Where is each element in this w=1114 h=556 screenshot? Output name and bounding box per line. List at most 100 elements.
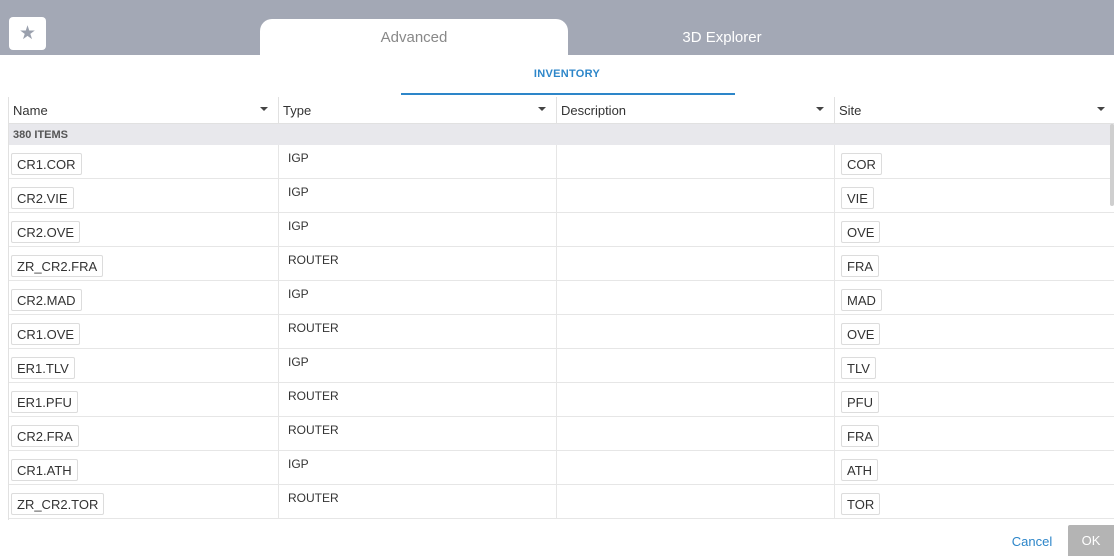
- cell-description: [557, 179, 835, 213]
- table-row[interactable]: ER1.PFU ROUTER PFU: [9, 383, 1114, 417]
- table-row[interactable]: ER1.TLV IGP TLV: [9, 349, 1114, 383]
- cell-name: CR2.FRA: [9, 417, 279, 451]
- name-tag[interactable]: CR1.COR: [11, 153, 82, 175]
- name-tag[interactable]: ER1.TLV: [11, 357, 75, 379]
- site-tag[interactable]: TOR: [841, 493, 881, 515]
- cell-site: COR: [835, 145, 1114, 179]
- item-count: 380 ITEMS: [9, 124, 1114, 145]
- cell-type: IGP: [279, 451, 557, 485]
- cell-description: [557, 145, 835, 179]
- section-title[interactable]: INVENTORY: [0, 68, 1114, 80]
- cell-name: CR2.OVE: [9, 213, 279, 247]
- cell-type: IGP: [279, 349, 557, 383]
- cancel-button[interactable]: Cancel: [1004, 527, 1060, 556]
- cell-type: IGP: [279, 213, 557, 247]
- cell-site: TOR: [835, 485, 1114, 519]
- type-text: ROUTER: [288, 423, 339, 437]
- cell-name: CR2.VIE: [9, 179, 279, 213]
- inventory-table: Name Type Description Site 380 ITEMS CR1…: [8, 97, 1114, 520]
- caret-down-icon[interactable]: [260, 107, 268, 111]
- cell-site: FRA: [835, 247, 1114, 281]
- name-tag[interactable]: ZR_CR2.FRA: [11, 255, 104, 277]
- column-header-site[interactable]: Site: [835, 97, 1114, 124]
- tab-bar: ★ Advanced 3D Explorer: [0, 0, 1114, 55]
- cell-description: [557, 315, 835, 349]
- cell-site: VIE: [835, 179, 1114, 213]
- site-tag[interactable]: TLV: [841, 357, 876, 379]
- cell-site: OVE: [835, 315, 1114, 349]
- site-tag[interactable]: PFU: [841, 391, 879, 413]
- type-text: IGP: [288, 457, 309, 471]
- tab-label: Advanced: [380, 28, 448, 46]
- name-tag[interactable]: CR2.OVE: [11, 221, 81, 243]
- column-header-description[interactable]: Description: [557, 97, 835, 124]
- name-tag[interactable]: ZR_CR2.TOR: [11, 493, 105, 515]
- cell-name: CR2.MAD: [9, 281, 279, 315]
- column-label: Site: [839, 102, 862, 118]
- site-tag[interactable]: MAD: [841, 289, 882, 311]
- tab-label: 3D Explorer: [682, 28, 762, 46]
- type-text: ROUTER: [288, 321, 339, 335]
- cell-site: MAD: [835, 281, 1114, 315]
- table-row[interactable]: CR1.ATH IGP ATH: [9, 451, 1114, 485]
- cell-description: [557, 485, 835, 519]
- type-text: ROUTER: [288, 389, 339, 403]
- cell-type: ROUTER: [279, 417, 557, 451]
- type-text: ROUTER: [288, 253, 339, 267]
- table-row[interactable]: CR1.COR IGP COR: [9, 145, 1114, 179]
- type-text: IGP: [288, 185, 309, 199]
- name-tag[interactable]: CR1.ATH: [11, 459, 78, 481]
- type-text: IGP: [288, 219, 309, 233]
- name-tag[interactable]: CR2.VIE: [11, 187, 74, 209]
- cell-site: ATH: [835, 451, 1114, 485]
- table-row[interactable]: CR2.FRA ROUTER FRA: [9, 417, 1114, 451]
- site-tag[interactable]: FRA: [841, 255, 879, 277]
- type-text: ROUTER: [288, 491, 339, 505]
- name-tag[interactable]: ER1.PFU: [11, 391, 78, 413]
- cell-name: ZR_CR2.FRA: [9, 247, 279, 281]
- section-header: INVENTORY: [0, 55, 1114, 97]
- column-header-name[interactable]: Name: [9, 97, 279, 124]
- cell-description: [557, 281, 835, 315]
- column-label: Type: [283, 102, 312, 118]
- site-tag[interactable]: COR: [841, 153, 882, 175]
- section-underline: [401, 93, 735, 95]
- scrollbar[interactable]: [1110, 124, 1114, 206]
- column-label: Name: [13, 102, 48, 118]
- caret-down-icon[interactable]: [1097, 107, 1105, 111]
- cell-name: ZR_CR2.TOR: [9, 485, 279, 519]
- cell-site: TLV: [835, 349, 1114, 383]
- caret-down-icon[interactable]: [816, 107, 824, 111]
- cell-description: [557, 247, 835, 281]
- ok-button[interactable]: OK: [1068, 525, 1114, 556]
- cell-type: IGP: [279, 179, 557, 213]
- cell-type: ROUTER: [279, 315, 557, 349]
- name-tag[interactable]: CR2.FRA: [11, 425, 79, 447]
- column-header-type[interactable]: Type: [279, 97, 557, 124]
- cell-type: ROUTER: [279, 485, 557, 519]
- table-row[interactable]: CR2.OVE IGP OVE: [9, 213, 1114, 247]
- cell-description: [557, 349, 835, 383]
- tab-3d-explorer[interactable]: 3D Explorer: [568, 19, 876, 55]
- cell-name: CR1.ATH: [9, 451, 279, 485]
- favorite-button[interactable]: ★: [9, 17, 46, 50]
- site-tag[interactable]: OVE: [841, 323, 881, 345]
- site-tag[interactable]: VIE: [841, 187, 874, 209]
- site-tag[interactable]: FRA: [841, 425, 879, 447]
- tab-advanced[interactable]: Advanced: [260, 19, 568, 55]
- cell-site: PFU: [835, 383, 1114, 417]
- table-row[interactable]: CR2.VIE IGP VIE: [9, 179, 1114, 213]
- type-text: IGP: [288, 355, 309, 369]
- caret-down-icon[interactable]: [538, 107, 546, 111]
- table-row[interactable]: CR2.MAD IGP MAD: [9, 281, 1114, 315]
- name-tag[interactable]: CR1.OVE: [11, 323, 81, 345]
- cell-name: ER1.PFU: [9, 383, 279, 417]
- cell-description: [557, 451, 835, 485]
- table-row[interactable]: ZR_CR2.FRA ROUTER FRA: [9, 247, 1114, 281]
- site-tag[interactable]: ATH: [841, 459, 879, 481]
- table-row[interactable]: CR1.OVE ROUTER OVE: [9, 315, 1114, 349]
- name-tag[interactable]: CR2.MAD: [11, 289, 82, 311]
- cell-type: ROUTER: [279, 383, 557, 417]
- site-tag[interactable]: OVE: [841, 221, 881, 243]
- table-row[interactable]: ZR_CR2.TOR ROUTER TOR: [9, 485, 1114, 519]
